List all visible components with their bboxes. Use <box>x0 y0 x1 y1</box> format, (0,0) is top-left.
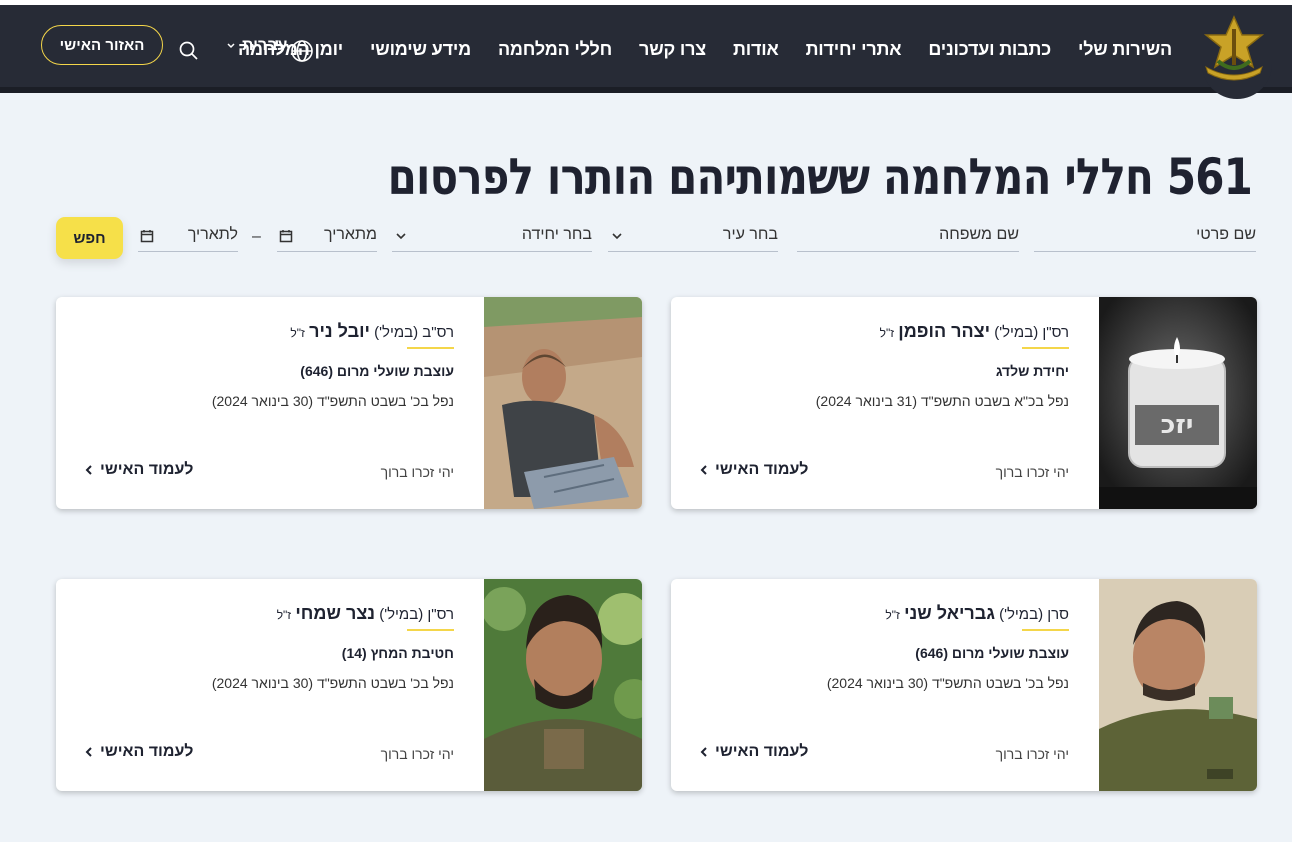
personal-page-link[interactable]: לעמוד האישי <box>84 743 193 761</box>
first-name-field[interactable]: שם פרטי <box>1034 222 1256 252</box>
portrait-image <box>484 579 642 791</box>
first-name-placeholder: שם פרטי <box>1196 226 1256 243</box>
globe-icon[interactable] <box>290 39 314 63</box>
fallen-card: סרן (במיל') גבריאל שני ז"ל עוצבת שועלי מ… <box>671 579 1257 791</box>
fallen-name: רס"ן (במיל') נצר שמחי ז"ל <box>277 603 454 624</box>
memorial-candle-image: יזכ <box>1099 297 1257 509</box>
calendar-icon[interactable] <box>140 229 154 243</box>
portrait-image <box>484 297 642 509</box>
personal-area-button[interactable]: האזור האישי <box>41 25 163 65</box>
nav-my-service[interactable]: השירות שלי <box>1078 39 1172 60</box>
fallen-card: רס"ב (במיל') יובל ניר ז"ל עוצבת שועלי מר… <box>56 297 642 509</box>
nav-about[interactable]: אודות <box>733 39 779 60</box>
full-name: יצהר הופמן <box>898 321 991 341</box>
search-button[interactable]: חפש <box>56 217 123 259</box>
last-name-placeholder: שם משפחה <box>939 226 1019 243</box>
calendar-icon[interactable] <box>279 229 293 243</box>
personal-page-label: לעמוד האישי <box>100 461 194 478</box>
fallen-card: יזכ רס"ן (במיל') יצהר הופמן ז"ל יחידת של… <box>671 297 1257 509</box>
to-date-placeholder: לתאריך <box>187 226 238 243</box>
rank: רס"ב (במיל') <box>374 324 454 341</box>
unit-select[interactable]: בחר יחידה <box>392 222 592 252</box>
rank: סרן (במיל') <box>999 606 1069 623</box>
unit-placeholder: בחר יחידה <box>521 226 592 243</box>
chevron-left-icon <box>700 465 707 475</box>
main-nav: השירות שלי כתבות ועדכונים אתרי יחידות או… <box>238 34 1172 64</box>
site-header: השירות שלי כתבות ועדכונים אתרי יחידות או… <box>0 5 1292 99</box>
honorific: ז"ל <box>290 326 305 340</box>
full-name: גבריאל שני <box>904 603 995 623</box>
portrait-image <box>1099 579 1257 791</box>
city-select[interactable]: בחר עיר <box>608 222 778 252</box>
chevron-down-icon <box>396 233 406 240</box>
honorific: ז"ל <box>885 608 900 622</box>
fell-date: נפל בכ"א בשבט התשפ"ד (31 בינואר 2024) <box>815 393 1069 409</box>
search-icon[interactable] <box>178 40 200 62</box>
nav-articles[interactable]: כתבות ועדכונים <box>928 39 1051 60</box>
chevron-down-icon <box>612 233 622 240</box>
name-underline <box>407 347 454 349</box>
rank: רס"ן (במיל') <box>994 324 1069 341</box>
personal-page-label: לעמוד האישי <box>715 743 809 760</box>
nav-unit-sites[interactable]: אתרי יחידות <box>806 39 902 60</box>
last-name-field[interactable]: שם משפחה <box>797 222 1019 252</box>
chevron-down-icon <box>227 43 235 49</box>
unit-name: עוצבת שועלי מרום (646) <box>300 363 454 379</box>
chevron-left-icon <box>85 747 92 757</box>
full-name: יובל ניר <box>309 321 370 341</box>
memorial-text: יהי זכרו ברוך <box>380 746 454 762</box>
fell-date: נפל בכ' בשבט התשפ"ד (30 בינואר 2024) <box>211 393 454 409</box>
name-underline <box>407 629 454 631</box>
personal-page-link[interactable]: לעמוד האישי <box>84 461 193 479</box>
nav-useful-info[interactable]: מידע שימושי <box>370 39 471 60</box>
rank: רס"ן (במיל') <box>379 606 454 623</box>
city-placeholder: בחר עיר <box>722 226 778 243</box>
personal-page-link[interactable]: לעמוד האישי <box>699 461 808 479</box>
nav-war-fallen[interactable]: חללי המלחמה <box>498 39 612 60</box>
fell-date: נפל בכ' בשבט התשפ"ד (30 בינואר 2024) <box>826 675 1069 691</box>
date-range-separator: – <box>252 228 261 245</box>
personal-page-link[interactable]: לעמוד האישי <box>699 743 808 761</box>
honorific: ז"ל <box>276 608 292 622</box>
name-underline <box>1022 629 1069 631</box>
memorial-text: יהי זכרו ברוך <box>995 746 1069 762</box>
fallen-card: רס"ן (במיל') נצר שמחי ז"ל חטיבת המחץ (14… <box>56 579 642 791</box>
idf-emblem-icon[interactable] <box>1198 15 1270 81</box>
fallen-name: רס"ן (במיל') יצהר הופמן ז"ל <box>880 321 1069 342</box>
chevron-left-icon <box>700 747 707 757</box>
personal-page-label: לעמוד האישי <box>100 743 194 760</box>
chevron-left-icon <box>85 465 92 475</box>
fell-date: נפל בכ' בשבט התשפ"ד (30 בינואר 2024) <box>211 675 454 691</box>
memorial-text: יהי זכרו ברוך <box>995 464 1069 480</box>
name-underline <box>1022 347 1069 349</box>
personal-page-label: לעמוד האישי <box>715 461 809 478</box>
language-selector[interactable]: עברית <box>226 37 287 55</box>
unit-name: עוצבת שועלי מרום (646) <box>915 645 1069 661</box>
unit-name: יחידת שלדג <box>995 363 1069 379</box>
unit-name: חטיבת המחץ (14) <box>341 645 454 661</box>
fallen-name: רס"ב (במיל') יובל ניר ז"ל <box>290 321 454 342</box>
from-date-field[interactable]: מתאריך <box>277 222 377 252</box>
honorific: ז"ל <box>879 326 895 340</box>
nav-contact[interactable]: צרו קשר <box>639 39 706 60</box>
svg-text:יזכ: יזכ <box>1161 410 1194 440</box>
fallen-name: סרן (במיל') גבריאל שני ז"ל <box>885 603 1069 624</box>
from-date-placeholder: מתאריך <box>323 226 377 243</box>
language-label: עברית <box>242 37 288 54</box>
memorial-text: יהי זכרו ברוך <box>380 464 454 480</box>
page-title: 561 חללי המלחמה ששמותיהם הותרו לפרסום <box>387 148 1253 206</box>
full-name: נצר שמחי <box>295 603 376 623</box>
to-date-field[interactable]: לתאריך <box>138 222 238 252</box>
